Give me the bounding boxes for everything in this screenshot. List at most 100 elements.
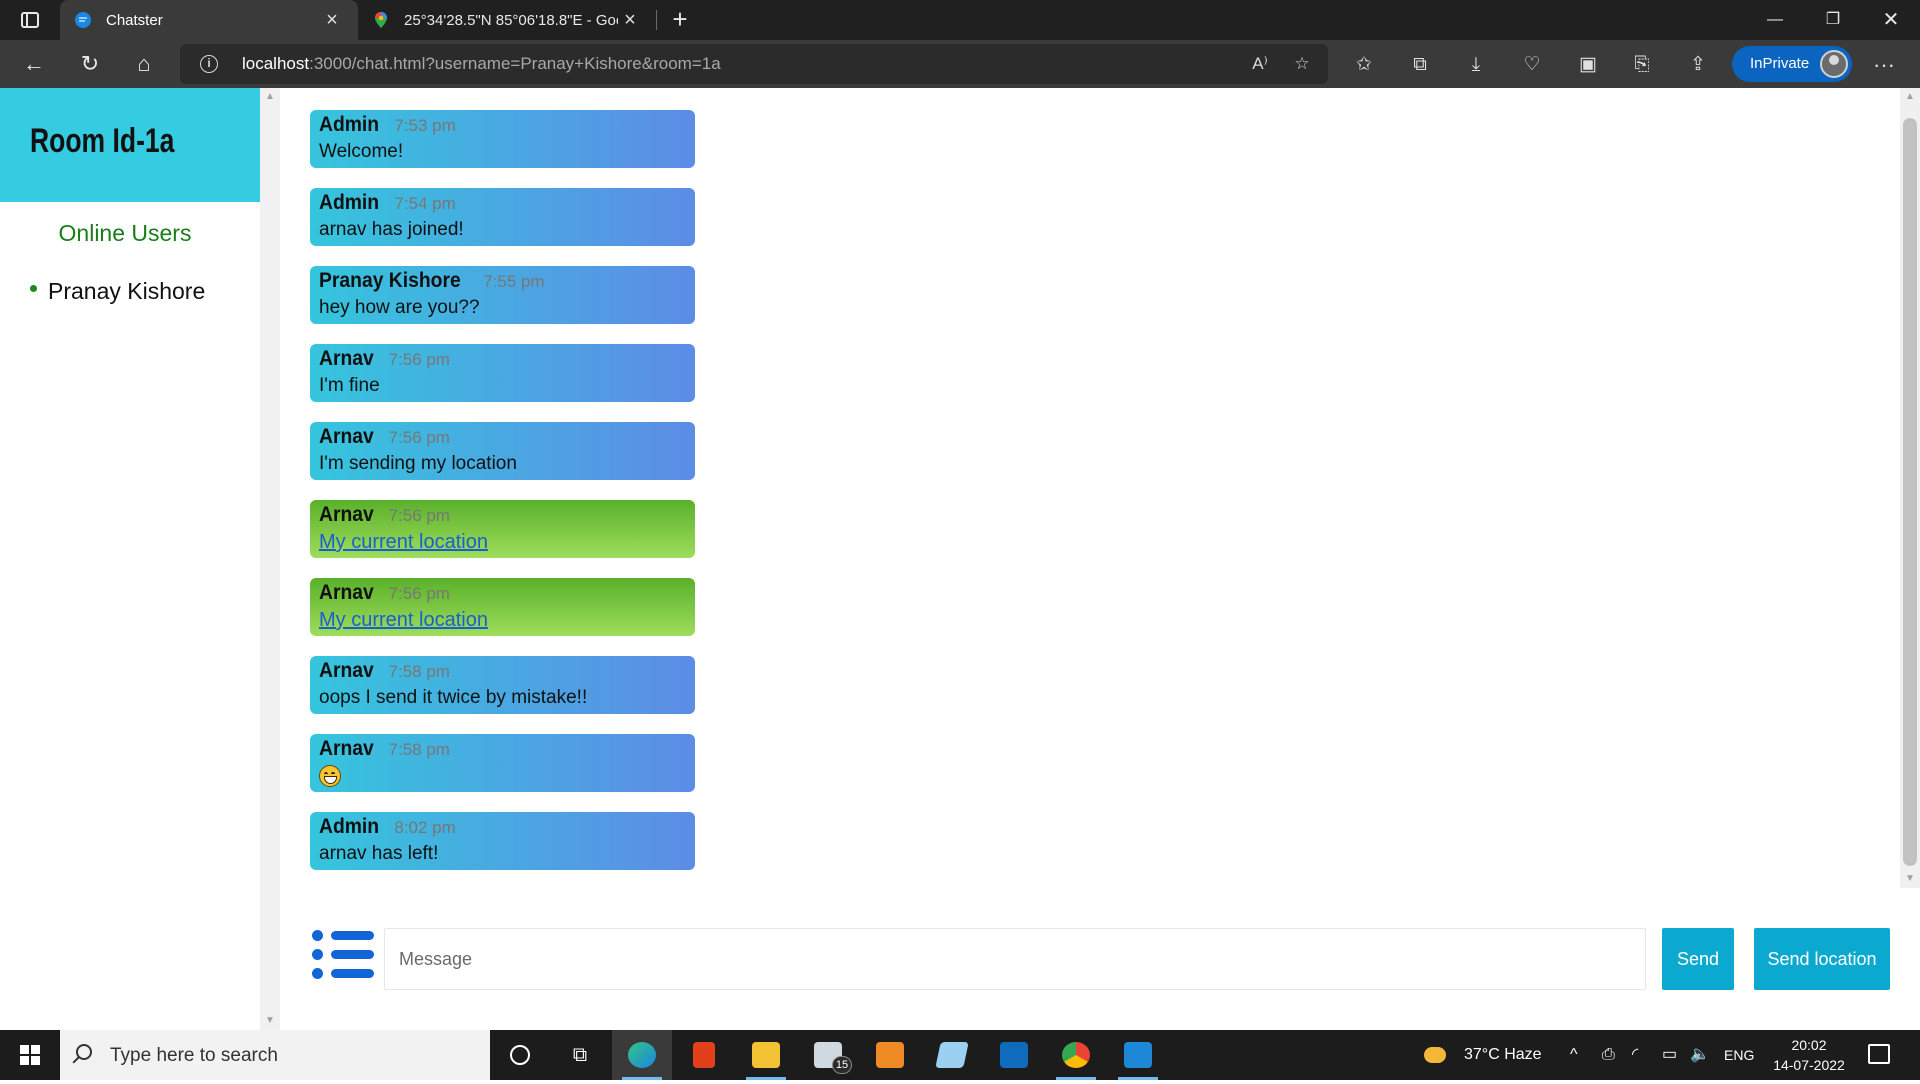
scrollbar-thumb[interactable]: [1903, 118, 1917, 866]
message-bubble: Arnav 7:58 pm: [310, 734, 695, 792]
notification-center-icon[interactable]: [1868, 1044, 1890, 1064]
system-clock[interactable]: 20:02 14-07-2022: [1764, 1035, 1854, 1075]
screenshot-icon[interactable]: ⎘: [1628, 52, 1656, 78]
sidebar: Room Id-1a Online Users Pranay Kishore: [0, 88, 260, 1030]
taskbar-search-box[interactable]: Type here to search: [60, 1030, 490, 1080]
back-arrow-icon[interactable]: ←: [16, 48, 52, 80]
message-time: 7:56 pm: [388, 506, 450, 525]
address-bar[interactable]: i localhost:3000/chat.html?username=Pran…: [180, 44, 1328, 84]
notepad-icon[interactable]: [922, 1030, 982, 1080]
home-icon[interactable]: ⌂: [126, 48, 162, 80]
cortana-icon[interactable]: [490, 1030, 550, 1080]
send-location-button[interactable]: Send location: [1754, 928, 1890, 990]
new-tab-button[interactable]: +: [664, 4, 696, 36]
task-view-icon[interactable]: ⧉: [550, 1030, 610, 1080]
tab-title: Chatster: [106, 11, 163, 29]
message-text: I'm sending my location: [319, 453, 517, 474]
maps-pin-icon: [375, 12, 387, 28]
share-icon[interactable]: ⇪: [1684, 52, 1712, 78]
message-input[interactable]: [384, 928, 1646, 990]
message-author: Arnav: [319, 581, 374, 604]
language-indicator[interactable]: ENG: [1724, 1030, 1754, 1080]
search-icon: [76, 1044, 92, 1060]
outlook-icon[interactable]: [984, 1030, 1044, 1080]
close-window-button[interactable]: ✕: [1862, 0, 1920, 40]
favorites-icon[interactable]: ✩: [1350, 52, 1378, 78]
scroll-up-arrow-icon[interactable]: ▲: [1900, 88, 1920, 106]
vscode-icon[interactable]: [1108, 1030, 1168, 1080]
location-link[interactable]: My current location: [319, 609, 488, 632]
tab-chatster[interactable]: Chatster ×: [60, 0, 358, 40]
online-user-name: Pranay Kishore: [48, 278, 206, 304]
message-text: arnav has left!: [319, 843, 439, 864]
edge-chat-favicon: [75, 12, 91, 28]
meet-now-icon[interactable]: ⎙: [1602, 1030, 1615, 1080]
message-author: Arnav: [319, 347, 374, 370]
close-tab-icon[interactable]: ×: [320, 9, 344, 32]
message-text: oops I send it twice by mistake!!: [319, 687, 588, 708]
restore-button[interactable]: ❐: [1804, 0, 1862, 40]
room-header: Room Id-1a: [0, 88, 260, 202]
battery-icon[interactable]: ▭: [1662, 1030, 1677, 1080]
message-bubble: Pranay Kishore 7:55 pm hey how are you??: [310, 266, 695, 324]
chrome-icon[interactable]: [1046, 1030, 1106, 1080]
mail-icon[interactable]: 15: [798, 1030, 858, 1080]
message-text: I'm fine: [319, 375, 380, 396]
message-bubble: Admin 8:02 pm arnav has left!: [310, 812, 695, 870]
tab-title: 25°34'28.5"N 85°06'18.8"E - Goo: [404, 11, 618, 29]
message-author: Arnav: [319, 659, 374, 682]
message-author: Arnav: [319, 503, 374, 526]
weather-icon[interactable]: [1424, 1030, 1454, 1080]
inprivate-badge[interactable]: InPrivate: [1732, 46, 1852, 82]
message-text: arnav has joined!: [319, 219, 464, 240]
tab-google-maps[interactable]: 25°34'28.5"N 85°06'18.8"E - Goo ×: [358, 0, 656, 40]
message-time: 7:56 pm: [388, 428, 450, 447]
edge-taskbar-icon[interactable]: [612, 1030, 672, 1080]
weather-text[interactable]: 37°C Haze: [1464, 1030, 1542, 1080]
message-time: 7:55 pm: [483, 272, 545, 291]
add-favorite-icon[interactable]: ☆: [1290, 54, 1314, 74]
sidebar-scrollbar[interactable]: ▲ ▼: [260, 88, 280, 1030]
more-options-icon[interactable]: ···: [1870, 52, 1898, 78]
message-time: 7:56 pm: [388, 350, 450, 369]
location-message-bubble: Arnav 7:56 pm My current location: [310, 500, 695, 558]
math-solver-icon[interactable]: ▣: [1574, 52, 1602, 78]
location-link[interactable]: My current location: [319, 531, 488, 554]
collections-icon[interactable]: ⧉: [1406, 52, 1434, 78]
sublime-text-icon[interactable]: [860, 1030, 920, 1080]
message-time: 7:56 pm: [388, 584, 450, 603]
message-bubble: Arnav 7:58 pm oops I send it twice by mis…: [310, 656, 695, 714]
close-tab-icon[interactable]: ×: [618, 9, 642, 32]
scroll-up-arrow-icon[interactable]: ▲: [260, 88, 280, 106]
url-text[interactable]: localhost:3000/chat.html?username=Pranay…: [242, 54, 721, 74]
wifi-icon[interactable]: ◜: [1632, 1030, 1638, 1080]
browser-essentials-icon[interactable]: ♡: [1518, 52, 1546, 78]
search-placeholder: Type here to search: [110, 1045, 278, 1066]
scroll-down-arrow-icon[interactable]: ▼: [260, 1012, 280, 1030]
message-time: 7:58 pm: [388, 740, 450, 759]
menu-list-icon[interactable]: [312, 930, 376, 986]
inprivate-label: InPrivate: [1750, 55, 1810, 72]
message-author: Admin: [319, 815, 380, 838]
scroll-down-arrow-icon[interactable]: ▼: [1900, 870, 1920, 888]
send-button[interactable]: Send: [1662, 928, 1734, 990]
minimize-button[interactable]: —: [1746, 0, 1804, 40]
grinning-emoji-icon: [319, 765, 341, 787]
message-bubble: Arnav 7:56 pm I'm sending my location: [310, 422, 695, 480]
messages-scrollbar[interactable]: ▲ ▼: [1900, 88, 1920, 888]
messages-area: Admin 7:53 pm Welcome! Admin 7:54 pm arnav…: [280, 88, 1900, 888]
site-info-icon[interactable]: i: [200, 55, 218, 73]
message-bubble: Admin 7:53 pm Welcome!: [310, 110, 695, 168]
message-author: Arnav: [319, 737, 374, 760]
file-explorer-icon[interactable]: [736, 1030, 796, 1080]
windows-start-button[interactable]: [0, 1030, 60, 1080]
office-icon[interactable]: [674, 1030, 734, 1080]
volume-icon[interactable]: 🔈: [1690, 1030, 1710, 1080]
message-time: 7:58 pm: [388, 662, 450, 681]
room-title: Room Id-1a: [30, 122, 175, 160]
downloads-icon[interactable]: ⤓: [1462, 52, 1490, 78]
refresh-icon[interactable]: ↻: [72, 48, 108, 80]
tab-actions-button[interactable]: [8, 6, 52, 34]
tray-chevron-icon[interactable]: ^: [1570, 1030, 1578, 1080]
read-aloud-icon[interactable]: A⁾: [1248, 54, 1272, 74]
